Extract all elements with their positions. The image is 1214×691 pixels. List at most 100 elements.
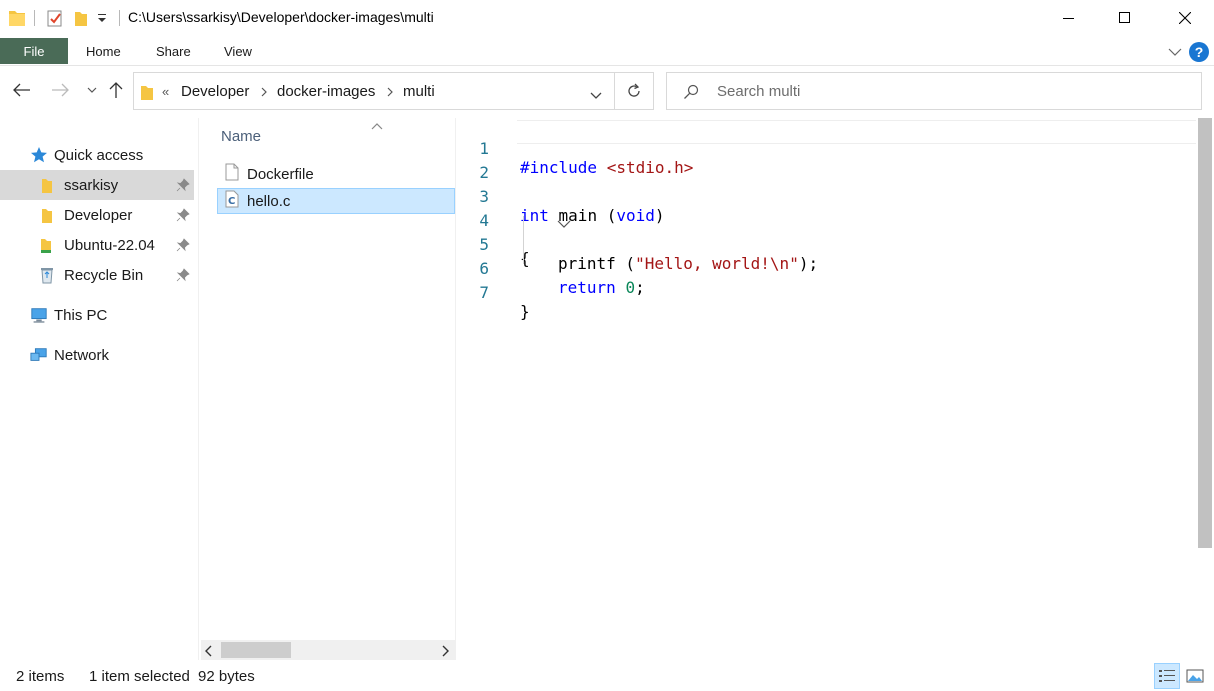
folder-icon [38, 206, 56, 224]
file-name: hello.c [247, 192, 291, 210]
forward-button[interactable] [48, 78, 72, 102]
help-button[interactable]: ? [1189, 42, 1209, 62]
details-view-button[interactable] [1154, 663, 1180, 689]
divider [34, 10, 35, 26]
file-name: Dockerfile [247, 165, 314, 183]
nav-label: Developer [64, 206, 133, 224]
nav-quick-access[interactable]: Quick access [0, 140, 194, 170]
navigation-bar: « Developer docker-images multi Search m… [0, 66, 1214, 118]
svg-text:C: C [228, 196, 235, 207]
breadcrumb-chevron-icon[interactable] [260, 85, 268, 101]
preview-pane: 1 #include <stdio.h> 2 3 int main (void)… [457, 118, 1214, 660]
new-folder-icon[interactable] [72, 8, 90, 28]
folder-icon [38, 176, 56, 194]
title-bar: C:\Users\ssarkisy\Developer\docker-image… [0, 0, 1214, 36]
search-box[interactable]: Search multi [666, 72, 1202, 110]
tab-home[interactable]: Home [86, 38, 121, 64]
code-line: 1 #include <stdio.h> [457, 120, 1197, 177]
tab-share[interactable]: Share [156, 38, 191, 64]
tab-view[interactable]: View [224, 38, 252, 64]
properties-icon[interactable] [46, 8, 64, 28]
navigation-pane: Quick access ssarkisy Developer Ubuntu-2… [0, 118, 197, 660]
code-line: 2 [457, 144, 1197, 182]
column-header-name[interactable]: Name [221, 128, 261, 145]
breadcrumb-overflow[interactable]: « [162, 84, 169, 99]
sort-ascending-icon [371, 118, 383, 134]
up-button[interactable] [104, 78, 128, 102]
close-icon [1179, 12, 1191, 24]
file-list: Name Dockerfile C hello.c [198, 118, 456, 660]
maximize-button[interactable] [1096, 0, 1154, 36]
ribbon-tabs: File Home Share View [0, 36, 1214, 66]
breadcrumb-docker-images[interactable]: docker-images [277, 83, 375, 100]
nav-item-ubuntu[interactable]: Ubuntu-22.04 [0, 230, 194, 260]
code-text: } [520, 302, 530, 321]
nav-item-developer[interactable]: Developer [0, 200, 194, 230]
address-bar[interactable]: « Developer docker-images multi [133, 72, 615, 110]
pin-icon[interactable] [176, 208, 190, 222]
selection-count: 1 item selected [89, 668, 190, 685]
pin-icon[interactable] [176, 178, 190, 192]
scroll-left-icon[interactable] [205, 644, 213, 660]
back-arrow-icon [13, 83, 30, 97]
breadcrumb-multi[interactable]: multi [403, 83, 435, 100]
minimize-button[interactable] [1040, 0, 1098, 36]
large-icons-view-button[interactable] [1182, 663, 1208, 689]
nav-item-recycle-bin[interactable]: Recycle Bin [0, 260, 194, 290]
network-icon [30, 346, 48, 364]
vertical-scrollbar[interactable] [1196, 118, 1214, 660]
search-input[interactable]: Search multi [717, 83, 800, 100]
nav-label: Ubuntu-22.04 [64, 236, 155, 254]
nav-label: Quick access [54, 146, 144, 164]
code-line: 4 { [457, 192, 1197, 268]
address-history-chevron-down-icon[interactable] [590, 87, 602, 103]
nav-network[interactable]: Network [0, 340, 194, 370]
window-title: C:\Users\ssarkisy\Developer\docker-image… [128, 9, 434, 25]
close-button[interactable] [1156, 0, 1214, 36]
nav-label: ssarkisy [64, 176, 119, 194]
line-number: 7 [479, 283, 489, 302]
forward-arrow-icon [52, 83, 69, 97]
pin-icon[interactable] [176, 238, 190, 252]
code-line: 7 } [457, 264, 1197, 321]
breadcrumb-developer[interactable]: Developer [181, 83, 249, 100]
document-icon [225, 163, 239, 184]
scrollbar-thumb[interactable] [1198, 118, 1212, 548]
scroll-right-icon[interactable] [441, 644, 449, 660]
nav-this-pc[interactable]: This PC [0, 300, 194, 330]
status-bar: 2 items 1 item selected 92 bytes [0, 660, 1214, 691]
nav-label: Network [54, 346, 110, 364]
recent-locations-button[interactable] [80, 78, 104, 102]
nav-label: This PC [54, 306, 108, 324]
file-row-dockerfile[interactable]: Dockerfile [217, 161, 455, 187]
computer-icon [30, 306, 48, 324]
up-arrow-icon [109, 82, 123, 98]
maximize-icon [1119, 12, 1130, 23]
details-view-icon [1159, 670, 1175, 682]
customize-toolbar-dropdown-icon[interactable] [96, 10, 108, 30]
code-line: 6 return 0; [457, 240, 1197, 297]
search-icon [683, 84, 699, 103]
expand-ribbon-chevron-icon[interactable] [1168, 44, 1182, 60]
minimize-icon [1063, 18, 1074, 19]
divider [119, 10, 120, 26]
folder-icon [140, 83, 154, 104]
nav-item-ssarkisy[interactable]: ssarkisy [0, 170, 194, 200]
refresh-button[interactable] [614, 72, 654, 110]
item-count: 2 items [16, 668, 65, 685]
folder-icon[interactable] [8, 8, 26, 28]
large-icons-view-icon [1186, 669, 1204, 683]
c-file-icon: C [225, 190, 239, 211]
recycle-bin-icon [38, 266, 56, 284]
breadcrumb-chevron-icon[interactable] [386, 85, 394, 101]
code-line: 3 int main (void) [457, 168, 1197, 225]
back-button[interactable] [10, 78, 34, 102]
linux-folder-icon [38, 236, 56, 254]
pin-icon[interactable] [176, 268, 190, 282]
tab-file[interactable]: File [0, 38, 68, 64]
code-line: 5 printf ("Hello, world!\n"); [457, 216, 1197, 273]
file-row-hello-c[interactable]: C hello.c [217, 188, 455, 214]
horizontal-scrollbar[interactable] [201, 640, 455, 660]
scrollbar-thumb[interactable] [221, 642, 291, 658]
refresh-icon [627, 83, 640, 97]
